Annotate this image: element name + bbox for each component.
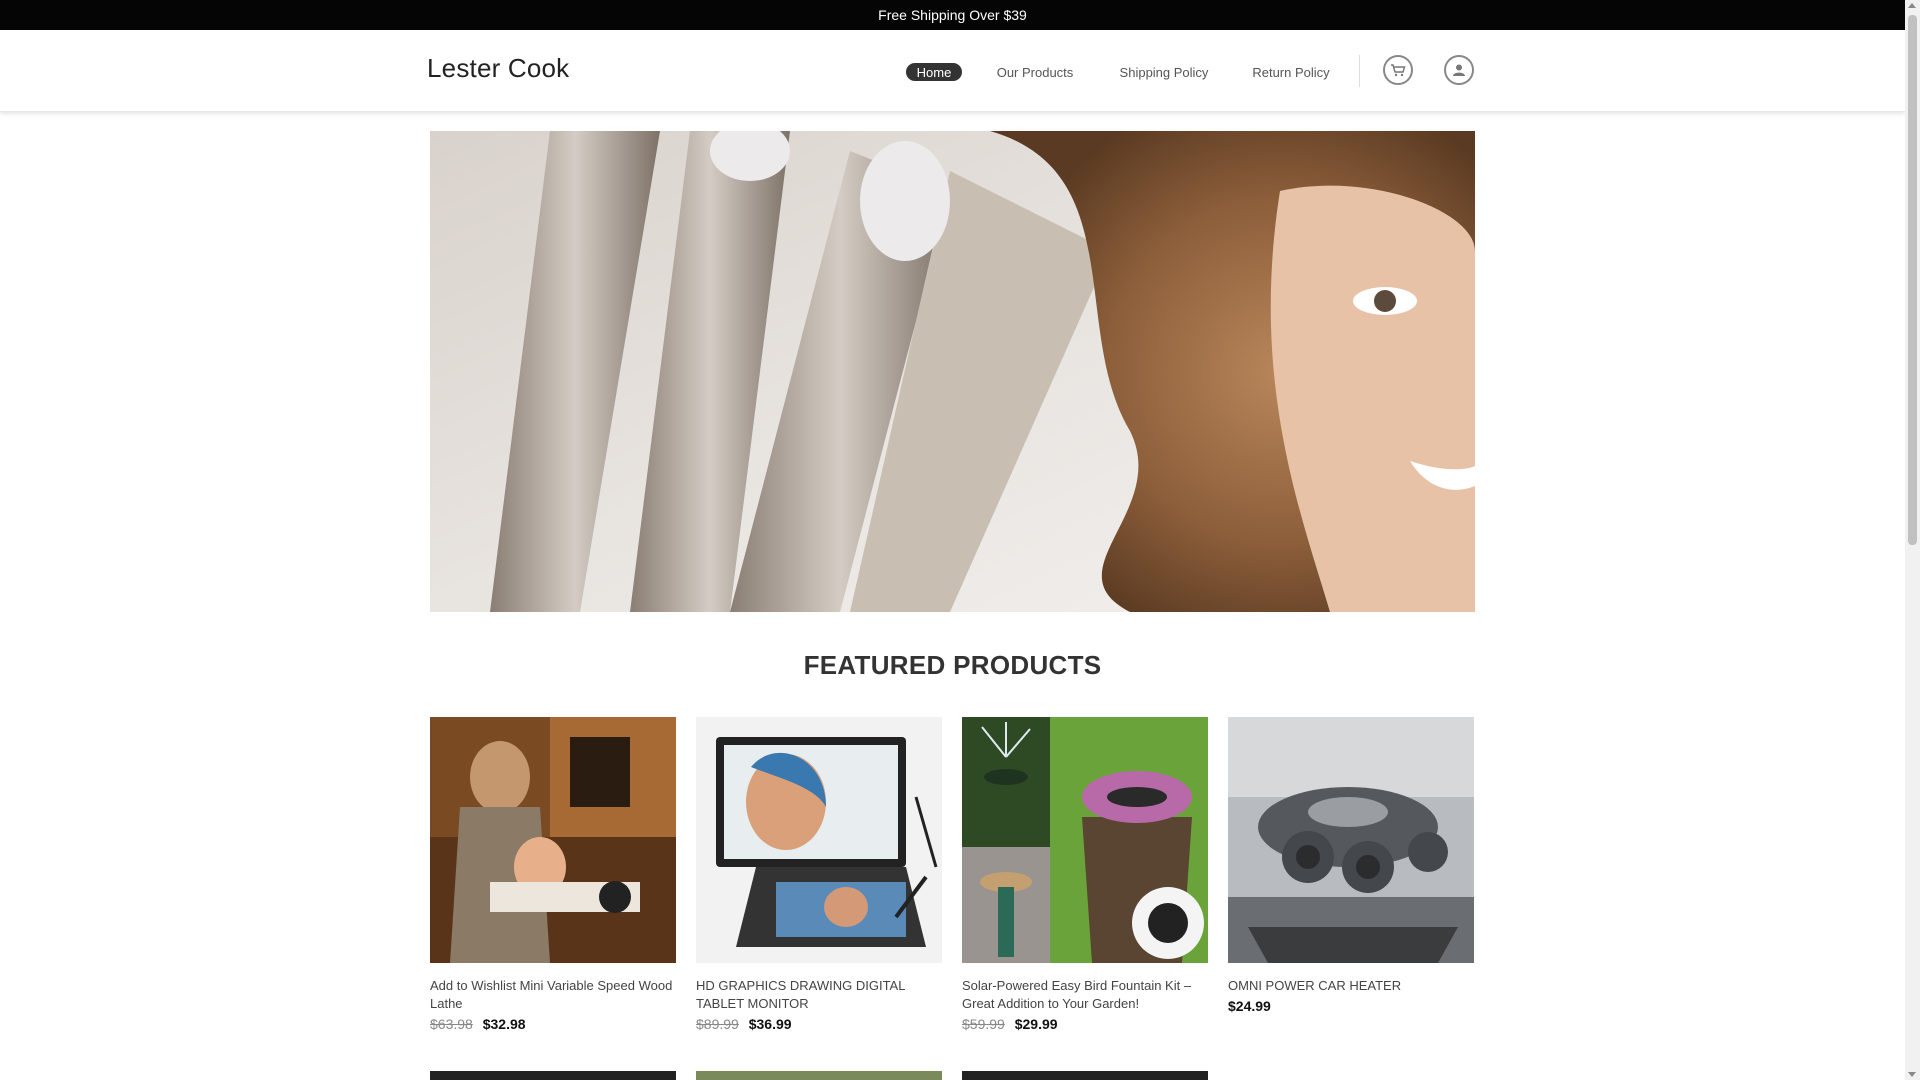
cart-button[interactable]	[1383, 55, 1413, 85]
scroll-down-icon[interactable]	[1908, 1072, 1916, 1077]
product-name[interactable]: HD GRAPHICS DRAWING DIGITAL TABLET MONIT…	[696, 977, 942, 1013]
hero-image	[430, 131, 1475, 612]
product-price: $24.99	[1228, 998, 1474, 1014]
product-card[interactable]: Add to Wishlist Mini Variable Speed Wood…	[430, 717, 676, 1032]
product-price: $63.98 $32.98	[430, 1016, 676, 1032]
sale-price: $24.99	[1228, 998, 1271, 1014]
page-scrollbar[interactable]	[1905, 0, 1920, 1080]
product-name[interactable]: OMNI POWER CAR HEATER	[1228, 977, 1474, 995]
scrollbar-thumb[interactable]	[1908, 15, 1917, 545]
product-card[interactable]: HD GRAPHICS DRAWING DIGITAL TABLET MONIT…	[696, 717, 942, 1032]
product-card-next-row[interactable]	[430, 1071, 676, 1080]
nav-shipping-policy[interactable]: Shipping Policy	[1114, 63, 1214, 81]
drawing-tablet-image	[696, 717, 942, 963]
site-logo[interactable]: Lester Cook	[427, 53, 569, 84]
nav-return-policy[interactable]: Return Policy	[1246, 63, 1336, 81]
product-price: $89.99 $36.99	[696, 1016, 942, 1032]
product-image[interactable]	[962, 717, 1208, 963]
product-image[interactable]	[430, 717, 676, 963]
hero-banner[interactable]	[430, 131, 1475, 612]
account-button[interactable]	[1444, 55, 1474, 85]
cart-icon	[1391, 64, 1406, 77]
original-price: $63.98	[430, 1016, 473, 1032]
sale-price: $32.98	[482, 1016, 526, 1032]
product-image[interactable]	[1228, 717, 1474, 963]
original-price: $59.99	[962, 1016, 1005, 1032]
featured-products-title: FEATURED PRODUCTS	[803, 650, 1102, 680]
product-card-next-row[interactable]	[696, 1071, 942, 1080]
product-price: $59.99 $29.99	[962, 1016, 1208, 1032]
announcement-bar: Free Shipping Over $39	[0, 0, 1905, 30]
scroll-up-icon[interactable]	[1908, 3, 1916, 8]
car-heater-image	[1228, 717, 1474, 963]
nav-home[interactable]: Home	[906, 63, 962, 81]
nav-our-products[interactable]: Our Products	[990, 63, 1080, 81]
product-image[interactable]	[696, 717, 942, 963]
product-card-next-row[interactable]	[962, 1071, 1208, 1080]
sale-price: $36.99	[748, 1016, 792, 1032]
product-card[interactable]: Solar-Powered Easy Bird Fountain Kit – G…	[962, 717, 1208, 1032]
product-card[interactable]: OMNI POWER CAR HEATER $24.99	[1228, 717, 1474, 1014]
nav-divider	[1359, 55, 1360, 87]
account-icon	[1453, 64, 1465, 76]
original-price: $89.99	[696, 1016, 739, 1032]
product-name[interactable]: Solar-Powered Easy Bird Fountain Kit – G…	[962, 977, 1208, 1013]
site-header: Lester Cook Home Our Products Shipping P…	[0, 30, 1905, 112]
product-name[interactable]: Add to Wishlist Mini Variable Speed Wood…	[430, 977, 676, 1013]
wood-lathe-image	[430, 717, 676, 963]
sale-price: $29.99	[1014, 1016, 1058, 1032]
announcement-text: Free Shipping Over $39	[878, 7, 1027, 23]
bird-fountain-image	[962, 717, 1208, 963]
